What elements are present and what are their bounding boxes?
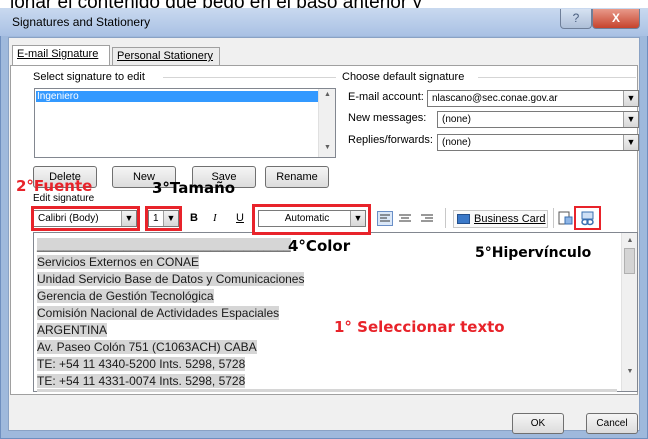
business-card-label: Business Card	[474, 213, 546, 225]
signature-line: TE: +54 11 4340-5200 Ints. 5298, 5728	[37, 357, 246, 371]
chevron-down-icon[interactable]: ▼	[623, 112, 638, 127]
signature-list-scrollbar[interactable]: ▲ ▼	[318, 89, 335, 157]
business-card-button[interactable]: Business Card	[453, 210, 548, 228]
chevron-down-icon[interactable]: ▼	[623, 135, 638, 150]
tab-personal-stationery[interactable]: Personal Stationery	[112, 47, 220, 65]
underline-button[interactable]: U	[236, 212, 244, 224]
window-title: Signatures and Stationery	[12, 15, 151, 29]
annotation-font: 2°Fuente	[16, 177, 93, 195]
signature-line: ARGENTINA	[37, 323, 108, 337]
new-messages-select[interactable]: (none) ▼	[437, 111, 639, 128]
annotation-size: 3°Tamaño	[152, 179, 236, 197]
align-right-icon[interactable]	[420, 212, 434, 230]
close-button[interactable]: X	[592, 9, 640, 29]
italic-button[interactable]: I	[213, 212, 217, 224]
replies-forwards-select[interactable]: (none) ▼	[437, 134, 639, 151]
email-account-select[interactable]: nlascano@sec.conae.gov.ar ▼	[427, 90, 639, 107]
annotation-select-text: 1° Seleccionar texto	[334, 318, 505, 336]
scroll-down-icon[interactable]: ▼	[622, 368, 638, 375]
align-left-icon[interactable]	[377, 211, 393, 226]
default-signature-label: Choose default signature	[342, 71, 465, 83]
signature-line: Gerencia de Gestión Tecnológica	[37, 289, 214, 303]
font-highlight-box	[31, 206, 140, 231]
signature-rule: ______________________________________	[37, 238, 291, 252]
signature-line: Unidad Servicio Base de Datos y Comunica…	[37, 272, 305, 286]
group-divider	[478, 77, 636, 78]
size-highlight-box	[145, 206, 182, 231]
scroll-down-icon[interactable]: ▼	[319, 144, 336, 151]
group-divider	[163, 77, 336, 78]
new-messages-value: (none)	[442, 114, 471, 125]
editor-scrollbar[interactable]: ▲ ▼	[621, 233, 637, 391]
scroll-thumb[interactable]	[624, 248, 635, 274]
select-signature-label: Select signature to edit	[33, 71, 145, 83]
email-account-label: E-mail account:	[348, 91, 424, 103]
signature-line: Comisión Nacional de Actividades Espacia…	[37, 306, 280, 320]
toolbar-separator	[445, 208, 446, 228]
scroll-up-icon[interactable]: ▲	[319, 91, 336, 98]
signature-list-item[interactable]: Ingeniero	[36, 91, 318, 102]
ok-button[interactable]: OK	[512, 413, 564, 434]
align-center-icon[interactable]	[398, 212, 412, 230]
new-messages-label: New messages:	[348, 112, 427, 124]
replies-forwards-label: Replies/forwards:	[348, 134, 433, 146]
chevron-down-icon[interactable]: ▼	[623, 91, 638, 106]
business-card-icon	[457, 214, 470, 224]
replies-forwards-value: (none)	[442, 137, 471, 148]
tab-email-signature[interactable]: E-mail Signature	[12, 45, 110, 66]
color-highlight-box	[252, 204, 371, 235]
signature-line: TE: +54 11 4331-0074 Ints. 5298, 5728	[37, 374, 246, 388]
annotation-color: 4°Color	[288, 237, 351, 255]
hyperlink-highlight-box	[574, 206, 601, 230]
signature-line: Av. Paseo Colón 751 (C1063ACH) CABA	[37, 340, 257, 354]
bold-button[interactable]: B	[190, 212, 198, 224]
toolbar-separator	[553, 208, 554, 228]
insert-picture-icon[interactable]	[558, 211, 573, 231]
selection-tail	[37, 389, 617, 392]
cancel-button[interactable]: Cancel	[586, 413, 638, 434]
help-button[interactable]: ?	[560, 9, 592, 29]
scroll-up-icon[interactable]: ▲	[622, 237, 638, 244]
signature-line: Servicios Externos en CONAE	[37, 255, 200, 269]
annotation-hyperlink: 5°Hipervínculo	[475, 245, 592, 261]
rename-button[interactable]: Rename	[265, 166, 329, 188]
email-account-value: nlascano@sec.conae.gov.ar	[432, 93, 558, 104]
